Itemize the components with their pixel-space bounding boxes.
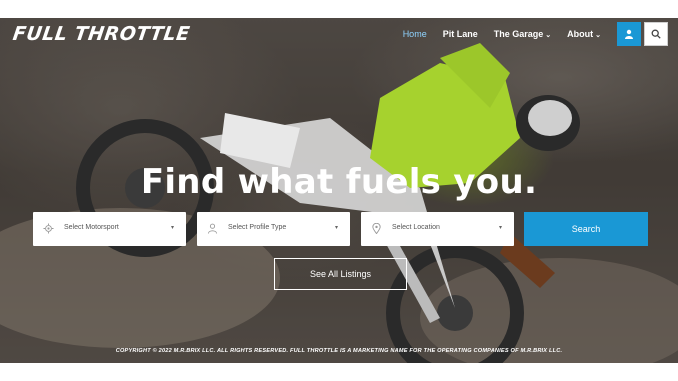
user-account-button[interactable] bbox=[617, 22, 641, 46]
search-button[interactable]: Search bbox=[524, 212, 648, 246]
chevron-down-icon: ▾ bbox=[334, 225, 338, 231]
header-search-button[interactable] bbox=[644, 22, 668, 46]
chevron-down-icon: ⌄ bbox=[545, 32, 552, 39]
nav-pit-lane-label: Pit Lane bbox=[442, 29, 478, 39]
profile-type-select[interactable]: Select Profile Type ▾ bbox=[197, 212, 350, 246]
nav-about-label: About bbox=[567, 29, 594, 39]
nav-the-garage[interactable]: The Garage ⌄ bbox=[494, 29, 551, 39]
person-icon bbox=[207, 223, 218, 234]
profile-type-select-label: Select Profile Type bbox=[228, 224, 287, 231]
see-all-listings-button[interactable]: See All Listings bbox=[274, 258, 407, 290]
copyright-footer: COPYRIGHT © 2022 M.R.BRIX LLC. ALL RIGHT… bbox=[115, 348, 563, 354]
nav-home[interactable]: Home bbox=[403, 29, 427, 39]
location-select-label: Select Location bbox=[392, 224, 440, 231]
chevron-down-icon: ▾ bbox=[498, 225, 502, 231]
nav-home-label: Home bbox=[402, 29, 427, 39]
gear-icon bbox=[43, 223, 54, 234]
nav-the-garage-label: The Garage bbox=[493, 29, 544, 39]
location-select[interactable]: Select Location ▾ bbox=[361, 212, 514, 246]
top-navigation-bar: FULL THROTTLE Home Pit Lane The Garage ⌄ … bbox=[0, 18, 678, 52]
search-icon bbox=[651, 29, 661, 39]
nav-about[interactable]: About ⌄ bbox=[567, 29, 601, 39]
motorsport-select-label: Select Motorsport bbox=[64, 224, 119, 231]
nav-pit-lane[interactable]: Pit Lane bbox=[443, 29, 478, 39]
search-filter-bar: Select Motorsport ▾ Select Profile Type … bbox=[33, 212, 648, 246]
user-icon bbox=[625, 29, 633, 39]
location-pin-icon bbox=[372, 223, 381, 234]
main-nav: Home Pit Lane The Garage ⌄ About ⌄ bbox=[403, 22, 668, 46]
chevron-down-icon: ⌄ bbox=[595, 32, 601, 39]
brand-logo[interactable]: FULL THROTTLE bbox=[11, 23, 191, 45]
chevron-down-icon: ▾ bbox=[170, 225, 174, 231]
hero-headline: Find what fuels you. bbox=[140, 162, 538, 202]
motorsport-select[interactable]: Select Motorsport ▾ bbox=[33, 212, 186, 246]
